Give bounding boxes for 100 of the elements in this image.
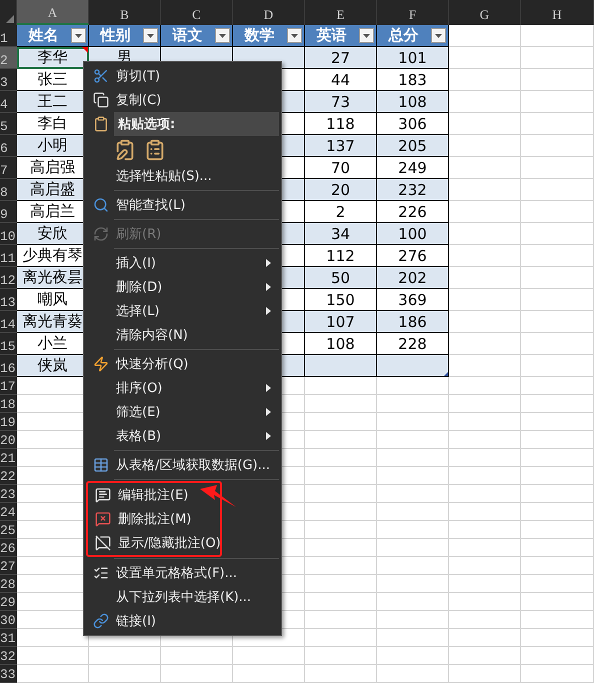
- menu-item[interactable]: 链接(I): [86, 609, 279, 633]
- row-header[interactable]: 14: [0, 311, 17, 333]
- column-header[interactable]: F: [377, 0, 449, 25]
- row-header[interactable]: 26: [0, 539, 17, 557]
- menu-item[interactable]: 删除批注(M): [88, 507, 220, 531]
- row-header[interactable]: 21: [0, 449, 17, 467]
- row-header[interactable]: 12: [0, 267, 17, 289]
- column-header[interactable]: G: [449, 0, 521, 25]
- menu-item[interactable]: 插入(I): [86, 251, 279, 275]
- row-header[interactable]: 17: [0, 377, 17, 395]
- row-header[interactable]: 32: [0, 647, 17, 665]
- menu-item[interactable]: 排序(O): [86, 376, 279, 400]
- row-header[interactable]: 18: [0, 395, 17, 413]
- cell-text: 107: [326, 312, 355, 330]
- row-header[interactable]: 24: [0, 503, 17, 521]
- grid-cell: [377, 611, 449, 629]
- row-header[interactable]: 23: [0, 485, 17, 503]
- filter-button[interactable]: [143, 28, 158, 43]
- menu-item[interactable]: 表格(B): [86, 424, 279, 448]
- cell-text: 李白: [38, 114, 68, 133]
- cell-text: 离光青葵: [22, 312, 82, 331]
- column-header[interactable]: A: [17, 0, 89, 25]
- grid-cell: [305, 449, 377, 467]
- row-header[interactable]: 16: [0, 355, 17, 377]
- column-title: 数学: [244, 26, 274, 45]
- grid-cell: [449, 223, 521, 245]
- row-header[interactable]: 30: [0, 611, 17, 629]
- menu-item[interactable]: 删除(D): [86, 275, 279, 299]
- clipboard-icon[interactable]: [144, 139, 166, 161]
- menu-item[interactable]: 从下拉列表中选择(K)...: [86, 585, 279, 609]
- cell-text: 112: [326, 246, 355, 264]
- cell-text: 226: [398, 202, 427, 220]
- row-header[interactable]: 3: [0, 69, 17, 91]
- grid-cell: [449, 557, 521, 575]
- grid-cell: [449, 395, 521, 413]
- column-header[interactable]: H: [521, 0, 594, 25]
- filter-button[interactable]: [215, 28, 230, 43]
- select-all-corner[interactable]: [0, 0, 17, 25]
- filter-button[interactable]: [287, 28, 302, 43]
- cell-text: 侠岚: [38, 356, 68, 375]
- menu-item[interactable]: 编辑批注(E): [88, 483, 220, 507]
- menu-item[interactable]: 选择性粘贴(S)...: [86, 164, 279, 188]
- filter-button[interactable]: [71, 28, 86, 43]
- menu-item[interactable]: 设置单元格格式(F)...: [86, 561, 279, 585]
- grid-cell: [377, 503, 449, 521]
- grid-cell: [17, 647, 89, 665]
- row-header[interactable]: 25: [0, 521, 17, 539]
- row-header[interactable]: 8: [0, 179, 17, 201]
- menu-item[interactable]: 筛选(E): [86, 400, 279, 424]
- row-header[interactable]: 7: [0, 157, 17, 179]
- menu-item[interactable]: 从表格/区域获取数据(G)...: [86, 453, 279, 477]
- menu-item[interactable]: 智能查找(L): [86, 193, 279, 217]
- row-header[interactable]: 22: [0, 467, 17, 485]
- grid-cell: [449, 25, 521, 47]
- row-header[interactable]: 20: [0, 431, 17, 449]
- cell-text: 少典有琴: [22, 246, 82, 265]
- menu-item[interactable]: 显示/隐藏批注(O): [88, 531, 220, 555]
- row-header[interactable]: 28: [0, 575, 17, 593]
- cell-text: 369: [398, 290, 427, 308]
- cell-text: 高启盛: [30, 180, 75, 199]
- filter-button[interactable]: [431, 28, 446, 43]
- grid-cell: [377, 395, 449, 413]
- clipboard-brush-icon[interactable]: [114, 139, 136, 161]
- grid-cell: [449, 629, 521, 647]
- grid-cell: [449, 179, 521, 201]
- row-header[interactable]: 6: [0, 135, 17, 157]
- column-header[interactable]: E: [305, 0, 377, 25]
- row-header[interactable]: 29: [0, 593, 17, 611]
- column-header[interactable]: D: [233, 0, 305, 25]
- row-header[interactable]: 2: [0, 47, 17, 69]
- grid-cell: [305, 395, 377, 413]
- menu-item[interactable]: 清除内容(N): [86, 323, 279, 347]
- cell-text: 27: [330, 48, 350, 66]
- cell-text: 王二: [38, 92, 68, 111]
- row-header[interactable]: 10: [0, 223, 17, 245]
- menu-item[interactable]: 快速分析(Q): [86, 352, 279, 376]
- row-header[interactable]: 9: [0, 201, 17, 223]
- grid-cell: [377, 665, 449, 683]
- menu-item[interactable]: 复制(C): [86, 88, 279, 112]
- row-header[interactable]: 4: [0, 91, 17, 113]
- cell-text: 2: [336, 202, 346, 220]
- row-header[interactable]: 33: [0, 665, 17, 683]
- filter-button[interactable]: [359, 28, 374, 43]
- menu-item[interactable]: 剪切(T): [86, 64, 279, 88]
- row-header[interactable]: 13: [0, 289, 17, 311]
- column-title: 语文: [172, 26, 202, 45]
- row-header[interactable]: 19: [0, 413, 17, 431]
- column-header[interactable]: C: [161, 0, 233, 25]
- row-header[interactable]: 11: [0, 245, 17, 267]
- grid-cell: [377, 431, 449, 449]
- row-header[interactable]: 5: [0, 113, 17, 135]
- row-header[interactable]: 27: [0, 557, 17, 575]
- column-header[interactable]: B: [89, 0, 161, 25]
- menu-item[interactable]: 选择(L): [86, 299, 279, 323]
- column-title: 姓名: [28, 26, 58, 45]
- row-header[interactable]: 31: [0, 629, 17, 647]
- submenu-arrow-icon: [266, 259, 271, 267]
- grid-cell: [233, 647, 305, 665]
- row-header[interactable]: 1: [0, 25, 17, 47]
- row-header[interactable]: 15: [0, 333, 17, 355]
